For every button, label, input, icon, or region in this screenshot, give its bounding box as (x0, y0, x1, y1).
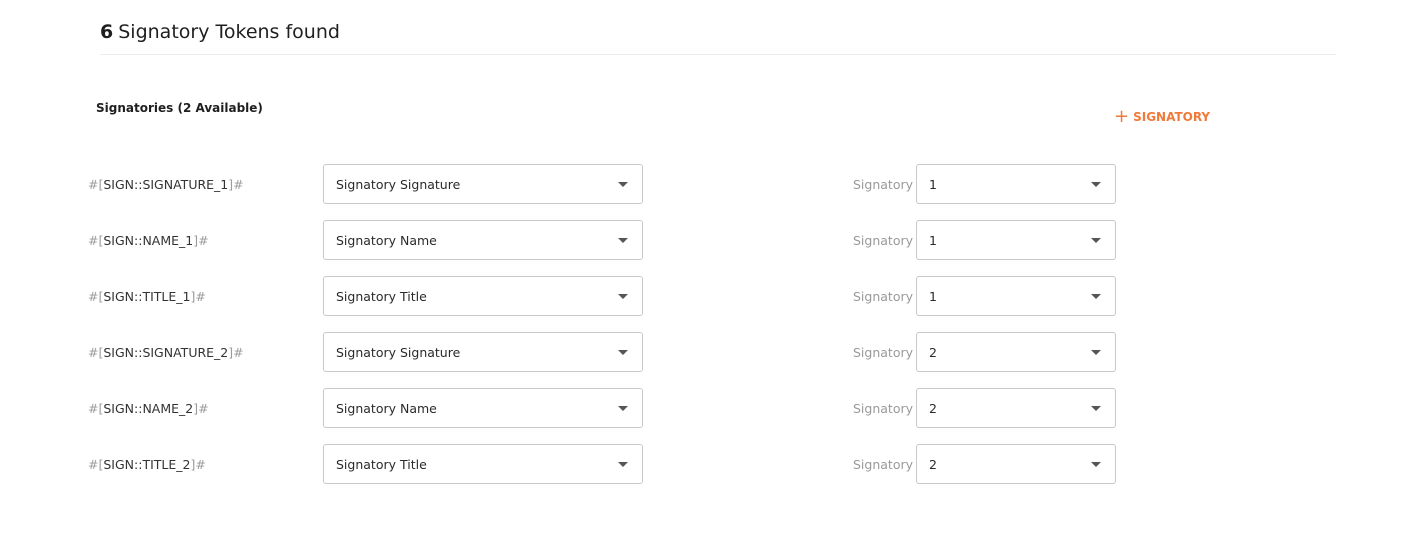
token-suffix: ]# (190, 457, 206, 472)
chevron-down-icon (1091, 182, 1101, 187)
token-suffix: ]# (193, 401, 209, 416)
signatory-number-value: 1 (929, 233, 937, 248)
token-name: SIGN::SIGNATURE_2 (103, 345, 229, 360)
token-suffix: ]# (228, 345, 244, 360)
chevron-down-icon (618, 182, 628, 187)
token-code: #[SIGN::SIGNATURE_1]# (88, 176, 244, 194)
chevron-down-icon (1091, 462, 1101, 467)
token-row: #[SIGN::TITLE_1]# Signatory Title Signat… (0, 276, 1412, 332)
token-code: #[SIGN::NAME_2]# (88, 400, 209, 418)
token-name: SIGN::NAME_1 (103, 233, 194, 248)
token-row: #[SIGN::NAME_2]# Signatory Name Signator… (0, 388, 1412, 444)
token-rows: #[SIGN::SIGNATURE_1]# Signatory Signatur… (0, 164, 1412, 500)
token-row: #[SIGN::TITLE_2]# Signatory Title Signat… (0, 444, 1412, 500)
token-name: SIGN::TITLE_2 (103, 457, 191, 472)
signatory-number-value: 2 (929, 457, 937, 472)
signatory-number-value: 2 (929, 345, 937, 360)
token-type-select[interactable]: Signatory Name (323, 220, 643, 260)
token-name: SIGN::SIGNATURE_1 (103, 177, 229, 192)
signatory-number-value: 1 (929, 289, 937, 304)
chevron-down-icon (618, 406, 628, 411)
page-title: 6 Signatory Tokens found (100, 20, 340, 44)
token-row: #[SIGN::SIGNATURE_1]# Signatory Signatur… (0, 164, 1412, 220)
signatory-number-value: 2 (929, 401, 937, 416)
token-row: #[SIGN::NAME_1]# Signatory Name Signator… (0, 220, 1412, 276)
page-title-text: Signatory Tokens found (118, 21, 340, 43)
token-type-select[interactable]: Signatory Signature (323, 332, 643, 372)
token-prefix: #[ (88, 177, 104, 192)
token-count: 6 (100, 21, 114, 43)
token-suffix: ]# (228, 177, 244, 192)
chevron-down-icon (1091, 238, 1101, 243)
signatory-label: Signatory (853, 401, 914, 416)
token-code: #[SIGN::SIGNATURE_2]# (88, 344, 244, 362)
signatory-label: Signatory (853, 457, 914, 472)
signatory-label: Signatory (853, 345, 914, 360)
signatory-number-value: 1 (929, 177, 937, 192)
token-row: #[SIGN::SIGNATURE_2]# Signatory Signatur… (0, 332, 1412, 388)
add-signatory-button[interactable]: + SIGNATORY (1114, 107, 1210, 127)
add-signatory-label: SIGNATORY (1133, 110, 1211, 124)
token-name: SIGN::NAME_2 (103, 401, 194, 416)
signatory-number-select[interactable]: 1 (916, 164, 1116, 204)
token-prefix: #[ (88, 401, 104, 416)
token-type-select[interactable]: Signatory Title (323, 444, 643, 484)
token-type-value: Signatory Name (336, 401, 437, 416)
signatory-tokens-page: 6 Signatory Tokens found Signatories (2 A… (0, 0, 1412, 552)
signatories-available-label: Signatories (2 Available) (96, 101, 263, 115)
signatory-number-select[interactable]: 2 (916, 388, 1116, 428)
token-suffix: ]# (193, 233, 209, 248)
chevron-down-icon (1091, 294, 1101, 299)
signatory-number-select[interactable]: 2 (916, 332, 1116, 372)
token-suffix: ]# (190, 289, 206, 304)
page-header: 6 Signatory Tokens found (100, 18, 1336, 55)
token-name: SIGN::TITLE_1 (103, 289, 191, 304)
chevron-down-icon (618, 294, 628, 299)
chevron-down-icon (618, 350, 628, 355)
token-type-select[interactable]: Signatory Name (323, 388, 643, 428)
signatory-number-select[interactable]: 1 (916, 276, 1116, 316)
token-type-value: Signatory Name (336, 233, 437, 248)
token-type-select[interactable]: Signatory Signature (323, 164, 643, 204)
chevron-down-icon (1091, 406, 1101, 411)
signatory-label: Signatory (853, 233, 914, 248)
signatory-label: Signatory (853, 177, 914, 192)
token-type-value: Signatory Signature (336, 345, 461, 360)
token-code: #[SIGN::NAME_1]# (88, 232, 209, 250)
chevron-down-icon (618, 238, 628, 243)
plus-icon: + (1114, 106, 1130, 127)
chevron-down-icon (618, 462, 628, 467)
signatory-number-select[interactable]: 2 (916, 444, 1116, 484)
token-prefix: #[ (88, 457, 104, 472)
token-code: #[SIGN::TITLE_1]# (88, 288, 206, 306)
token-prefix: #[ (88, 345, 104, 360)
token-type-value: Signatory Signature (336, 177, 461, 192)
signatory-number-select[interactable]: 1 (916, 220, 1116, 260)
chevron-down-icon (1091, 350, 1101, 355)
token-code: #[SIGN::TITLE_2]# (88, 456, 206, 474)
token-type-value: Signatory Title (336, 289, 427, 304)
token-prefix: #[ (88, 233, 104, 248)
token-prefix: #[ (88, 289, 104, 304)
token-type-select[interactable]: Signatory Title (323, 276, 643, 316)
signatory-label: Signatory (853, 289, 914, 304)
token-type-value: Signatory Title (336, 457, 427, 472)
